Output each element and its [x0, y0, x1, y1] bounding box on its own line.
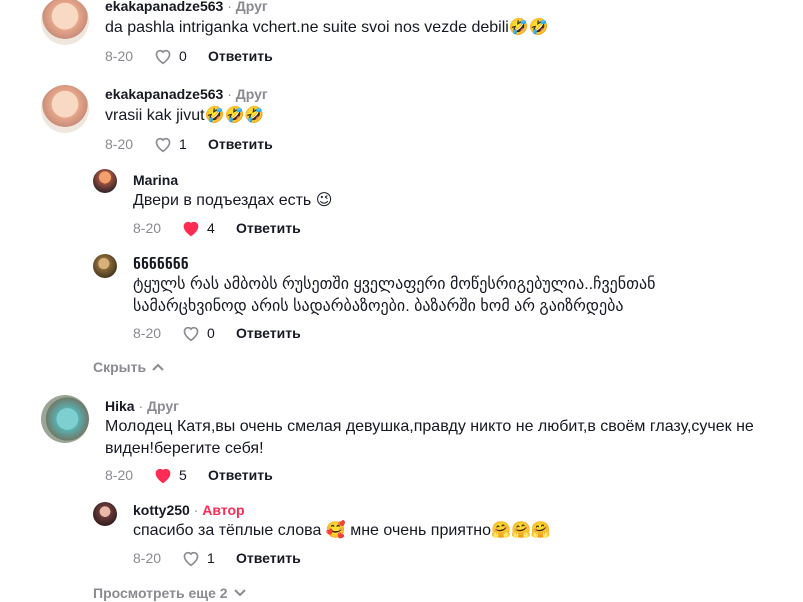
comment-header: Hika · Друг [105, 398, 179, 414]
username[interactable]: Hika [105, 398, 135, 414]
like-button[interactable]: 5 [153, 466, 208, 484]
like-count: 1 [179, 136, 187, 152]
reply-button[interactable]: Ответить [208, 48, 273, 64]
username[interactable]: kotty250 [133, 502, 190, 518]
emoji-text: 🤗🤗🤗 [491, 522, 551, 539]
like-count: 4 [207, 220, 215, 236]
reply-button[interactable]: Ответить [208, 136, 273, 152]
comment-date: 8-20 [133, 550, 162, 566]
comment-body: Молодец Катя,вы очень смелая девушка,пра… [105, 418, 754, 457]
like-button[interactable]: 0 [153, 47, 208, 65]
heart-icon [183, 551, 199, 567]
friend-tag: Друг [235, 86, 268, 102]
like-count: 5 [179, 467, 187, 483]
avatar[interactable] [93, 169, 117, 193]
heart-icon [155, 49, 171, 65]
chevron-up-icon [152, 363, 164, 371]
reply-button[interactable]: Ответить [236, 325, 301, 341]
avatar[interactable] [93, 502, 117, 526]
comment-body: Двери в подъездах есть [133, 192, 312, 209]
comment-meta: 8-20 4 Ответить [133, 219, 301, 237]
hide-label: Скрыть [93, 359, 147, 375]
reply-button[interactable]: Ответить [236, 550, 301, 566]
like-button[interactable]: 0 [181, 324, 236, 342]
heart-icon [155, 137, 171, 153]
view-more-label: Просмотреть еще 2 [93, 585, 228, 601]
comment-meta: 8-20 1 Ответить [133, 549, 301, 567]
username[interactable]: ekakapanadze563 [105, 0, 223, 14]
comment-body: спасибо за тёплые слова [133, 522, 322, 539]
avatar[interactable] [93, 254, 117, 278]
comment-date: 8-20 [105, 136, 134, 152]
hide-replies-button[interactable]: Скрыть [93, 359, 164, 375]
comment-meta: 8-20 0 Ответить [133, 324, 301, 342]
comment-text: ტყულს რას ამბობს რუსეთში ყველაფერი მოწეს… [133, 274, 733, 318]
comment-meta: 8-20 1 Ответить [105, 135, 273, 153]
comment-date: 8-20 [133, 220, 162, 236]
separator-dot: · [138, 398, 148, 414]
heart-icon [183, 221, 199, 237]
heart-icon [155, 468, 171, 484]
separator-dot: · [227, 86, 236, 102]
avatar[interactable] [41, 85, 89, 133]
separator-dot: · [227, 0, 236, 14]
friend-tag: Друг [235, 0, 268, 14]
view-more-replies-button[interactable]: Просмотреть еще 2 [93, 585, 246, 601]
like-button[interactable]: 4 [181, 219, 236, 237]
friend-tag: Друг [147, 398, 179, 414]
comment-text: Двери в подъездах есть 😉 [133, 190, 332, 212]
like-count: 1 [207, 550, 215, 566]
username[interactable]: ekakapanadze563 [105, 86, 223, 102]
emoji-text: 😉 [315, 192, 333, 209]
emoji-text: 🤣🤣 [508, 19, 549, 36]
heart-icon [183, 326, 199, 342]
comment-text: da pashla intriganka vchert.ne suite svo… [105, 17, 549, 39]
comment-text: спасибо за тёплые слова 🥰 мне очень прия… [133, 520, 551, 542]
comment-header: ekakapanadze563 · Друг [105, 0, 268, 14]
avatar[interactable] [41, 0, 89, 45]
author-tag: Автор [202, 502, 245, 518]
chevron-down-icon [233, 589, 246, 597]
avatar[interactable] [41, 395, 89, 443]
comment-header: kotty250 · Автор [133, 502, 245, 518]
comment-header: ნნნნნნნ [133, 256, 189, 273]
like-count: 0 [179, 48, 187, 64]
reply-button[interactable]: Ответить [236, 220, 301, 236]
comment-date: 8-20 [105, 467, 134, 483]
comment-date: 8-20 [133, 325, 162, 341]
comment-meta: 8-20 5 Ответить [105, 466, 273, 484]
username[interactable]: Marina [133, 172, 178, 188]
comment-body: da pashla intriganka vchert.ne suite svo… [105, 19, 509, 36]
separator-dot: · [193, 502, 203, 518]
reply-button[interactable]: Ответить [208, 467, 273, 483]
comment-text: vrasii kak jivut🤣🤣🤣 [105, 105, 264, 127]
emoji-text: 🤣🤣🤣 [204, 107, 265, 124]
comment-text: Молодец Катя,вы очень смелая девушка,пра… [105, 416, 775, 460]
username[interactable]: ნნნნნნნ [133, 256, 189, 272]
comment-meta: 8-20 0 Ответить [105, 47, 273, 65]
comment-date: 8-20 [105, 48, 134, 64]
comment-body-continued: мне очень приятно [350, 522, 492, 539]
emoji-text: 🥰 [325, 522, 346, 539]
comment-body: ტყულს რას ამბობს რუსეთში ყველაფერი მოწეს… [133, 276, 656, 315]
comment-header: Marina [133, 172, 178, 188]
comment-header: ekakapanadze563 · Друг [105, 86, 268, 102]
like-count: 0 [207, 325, 215, 341]
like-button[interactable]: 1 [153, 135, 208, 153]
like-button[interactable]: 1 [181, 549, 236, 567]
comment-body: vrasii kak jivut [105, 107, 205, 124]
